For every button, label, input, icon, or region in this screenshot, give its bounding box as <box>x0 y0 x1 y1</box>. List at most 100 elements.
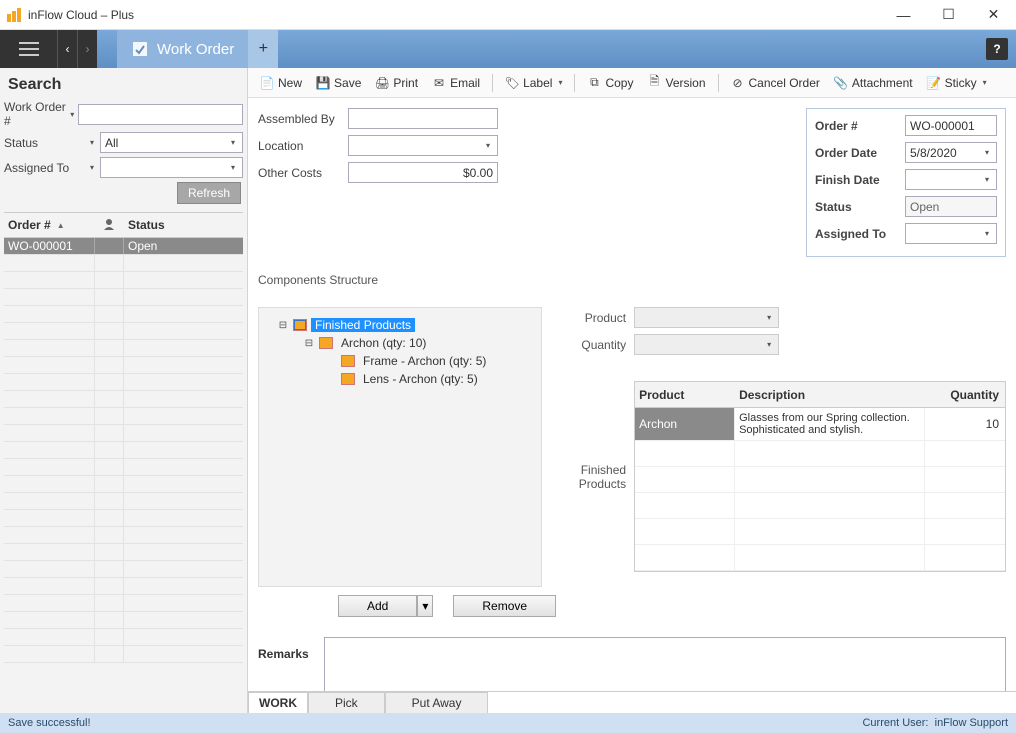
list-row[interactable] <box>4 527 243 544</box>
remarks-input[interactable] <box>324 637 1006 691</box>
tab-pick[interactable]: Pick <box>308 692 385 714</box>
cell-desc: Glasses from our Spring collection. Soph… <box>735 408 925 440</box>
components-tree[interactable]: ⊟ Finished Products ⊟ Archon (qty: 10) <box>258 307 542 587</box>
table-header-desc[interactable]: Description <box>735 388 925 402</box>
help-button[interactable]: ? <box>986 38 1008 60</box>
nav-back-button[interactable]: ‹ <box>57 30 77 68</box>
header-order[interactable]: Order # <box>8 218 51 232</box>
list-row[interactable] <box>4 612 243 629</box>
list-row[interactable] <box>4 459 243 476</box>
list-row[interactable] <box>4 442 243 459</box>
list-row[interactable] <box>4 408 243 425</box>
table-header-product[interactable]: Product <box>635 388 735 402</box>
search-title: Search <box>8 76 239 94</box>
order-date-field[interactable]: 5/8/2020▾ <box>905 142 997 163</box>
list-row[interactable] <box>4 476 243 493</box>
tree-node[interactable]: ⊟ Archon (qty: 10) <box>263 334 537 352</box>
location-combo[interactable]: ▾ <box>348 135 498 156</box>
add-button[interactable]: Add <box>338 595 417 617</box>
close-button[interactable]: ✕ <box>971 0 1016 29</box>
table-row[interactable] <box>635 545 1005 571</box>
order-num-field[interactable]: WO-000001 <box>905 115 997 136</box>
quantity-combo[interactable]: ▾ <box>634 334 779 355</box>
list-row[interactable] <box>4 646 243 663</box>
header-person-icon[interactable] <box>94 218 124 233</box>
minimize-button[interactable]: — <box>881 0 926 29</box>
list-row[interactable]: WO-000001 Open <box>4 238 243 255</box>
status-field: Open <box>905 196 997 217</box>
other-costs-input[interactable]: $0.00 <box>348 162 498 183</box>
tab-add-button[interactable]: + <box>248 30 278 68</box>
table-row[interactable] <box>635 467 1005 493</box>
search-status-combo[interactable]: All ▾ <box>100 132 243 153</box>
list-row[interactable] <box>4 629 243 646</box>
email-button[interactable]: ✉Email <box>426 73 486 93</box>
list-row[interactable] <box>4 493 243 510</box>
list-row[interactable] <box>4 340 243 357</box>
cell-order: WO-000001 <box>4 239 94 253</box>
list-row[interactable] <box>4 561 243 578</box>
content-toolbar: 📄New 💾Save 🖨Print ✉Email 🏷Label▾ ⧉Copy 🗎… <box>248 68 1016 98</box>
version-button[interactable]: 🗎Version <box>641 73 711 93</box>
search-assigned-combo[interactable]: ▾ <box>100 157 243 178</box>
new-button[interactable]: 📄New <box>254 73 308 93</box>
sticky-button[interactable]: 📝Sticky▾ <box>921 73 993 93</box>
table-row[interactable] <box>635 519 1005 545</box>
assigned-to-combo[interactable]: ▾ <box>905 223 997 244</box>
list-row[interactable] <box>4 374 243 391</box>
save-button[interactable]: 💾Save <box>310 73 367 93</box>
new-icon: 📄 <box>260 76 274 90</box>
dropdown-icon[interactable]: ▾ <box>90 138 100 147</box>
nav-forward-button[interactable]: › <box>77 30 97 68</box>
copy-button[interactable]: ⧉Copy <box>581 73 639 93</box>
assembled-by-input[interactable] <box>348 108 498 129</box>
list-row[interactable] <box>4 306 243 323</box>
print-button[interactable]: 🖨Print <box>369 73 424 93</box>
table-header-qty[interactable]: Quantity <box>925 388 1005 402</box>
table-row[interactable]: Archon Glasses from our Spring collectio… <box>635 408 1005 441</box>
cancel-order-button[interactable]: ⊘Cancel Order <box>725 73 826 93</box>
remove-button[interactable]: Remove <box>453 595 556 617</box>
list-row[interactable] <box>4 357 243 374</box>
list-row[interactable] <box>4 544 243 561</box>
tree-node-root[interactable]: ⊟ Finished Products <box>263 316 537 334</box>
attachment-button[interactable]: 📎Attachment <box>828 73 919 93</box>
list-row[interactable] <box>4 255 243 272</box>
tree-collapse-icon[interactable]: ⊟ <box>277 320 289 331</box>
table-row[interactable] <box>635 441 1005 467</box>
tab-work-order[interactable]: Work Order <box>117 30 248 68</box>
list-row[interactable] <box>4 323 243 340</box>
tab-work[interactable]: WORK <box>248 692 308 714</box>
table-row[interactable] <box>635 493 1005 519</box>
content-area: 📄New 💾Save 🖨Print ✉Email 🏷Label▾ ⧉Copy 🗎… <box>248 68 1016 713</box>
chevron-down-icon: ▾ <box>228 138 238 147</box>
tree-collapse-icon[interactable]: ⊟ <box>303 338 315 349</box>
list-row[interactable] <box>4 289 243 306</box>
tab-putaway[interactable]: Put Away <box>385 692 489 714</box>
tree-node[interactable]: Lens - Archon (qty: 5) <box>263 370 537 388</box>
label-button[interactable]: 🏷Label▾ <box>499 73 568 93</box>
list-row[interactable] <box>4 272 243 289</box>
refresh-button[interactable]: Refresh <box>177 182 241 204</box>
product-combo[interactable]: ▾ <box>634 307 779 328</box>
header-status[interactable]: Status <box>124 218 243 232</box>
list-row[interactable] <box>4 578 243 595</box>
list-row[interactable] <box>4 510 243 527</box>
dropdown-icon[interactable]: ▾ <box>70 110 78 119</box>
cell-qty: 10 <box>925 408 1005 440</box>
search-wo-input[interactable] <box>78 104 243 125</box>
add-dropdown-button[interactable]: ▾ <box>417 595 433 617</box>
maximize-button[interactable]: ☐ <box>926 0 971 29</box>
other-costs-label: Other Costs <box>258 166 348 180</box>
tree-node[interactable]: Frame - Archon (qty: 5) <box>263 352 537 370</box>
chevron-down-icon: ▾ <box>764 340 774 349</box>
list-row[interactable] <box>4 425 243 442</box>
finish-date-field[interactable]: ▾ <box>905 169 997 190</box>
remarks-label: Remarks <box>258 637 324 691</box>
location-label: Location <box>258 139 348 153</box>
list-row[interactable] <box>4 391 243 408</box>
cell-product: Archon <box>635 408 735 440</box>
dropdown-icon[interactable]: ▾ <box>90 163 100 172</box>
menu-button[interactable] <box>0 30 57 68</box>
list-row[interactable] <box>4 595 243 612</box>
